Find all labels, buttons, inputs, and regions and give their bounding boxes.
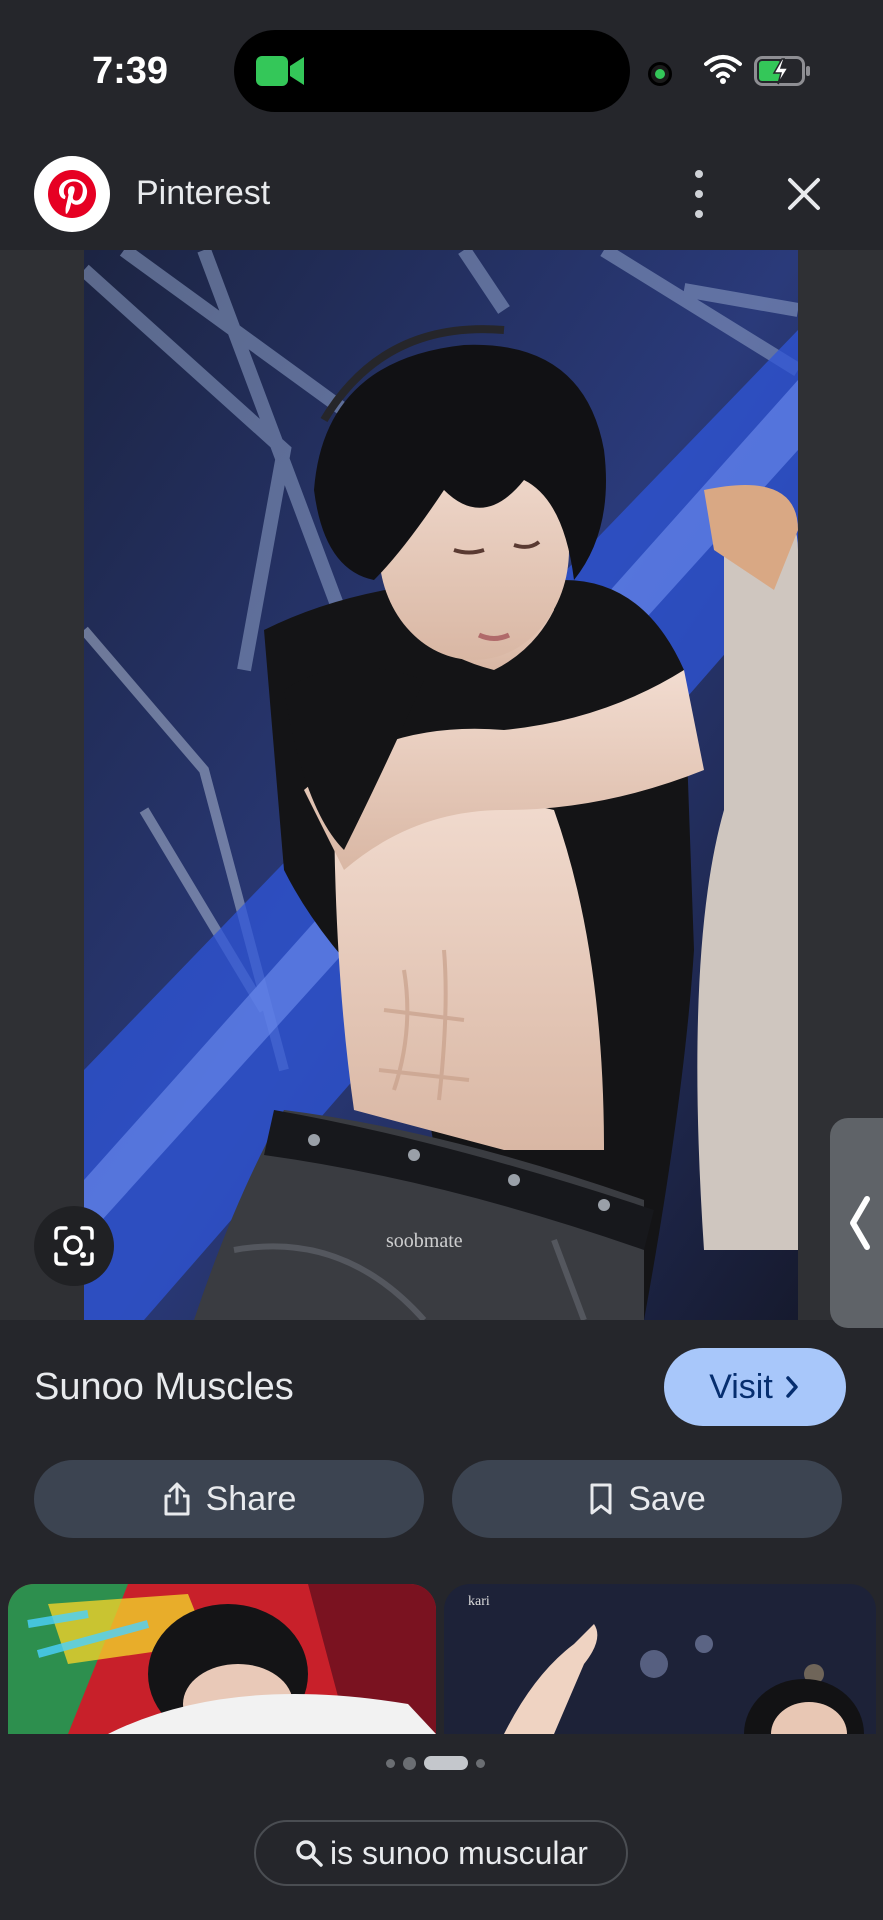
search-icon xyxy=(296,1840,323,1867)
source-site-name[interactable]: Pinterest xyxy=(136,174,270,213)
page-dot-3-active[interactable] xyxy=(424,1756,468,1770)
share-button[interactable]: Share xyxy=(34,1460,424,1538)
camera-in-use-indicator xyxy=(648,62,672,86)
status-bar: 7:39 xyxy=(0,0,883,140)
related-image-2[interactable]: kari xyxy=(444,1584,876,1734)
bookmark-icon xyxy=(590,1483,612,1515)
carousel-page-indicator xyxy=(386,1756,485,1770)
search-chip-label: is sunoo muscular xyxy=(330,1834,588,1871)
close-icon[interactable] xyxy=(780,170,828,218)
visit-button-label: Visit xyxy=(709,1367,773,1406)
google-lens-button[interactable] xyxy=(34,1206,114,1286)
wifi-icon xyxy=(704,55,742,84)
pinterest-logo-icon[interactable] xyxy=(34,156,110,232)
google-lens-icon xyxy=(54,1226,94,1266)
result-title: Sunoo Muscles xyxy=(34,1366,294,1408)
battery-charging-icon xyxy=(754,56,810,86)
main-image-illustration xyxy=(84,250,798,1320)
image-viewer: soobmate xyxy=(0,250,883,1320)
chevron-left-icon xyxy=(850,1196,870,1250)
dynamic-island xyxy=(234,30,630,112)
related-image-1[interactable] xyxy=(8,1584,436,1734)
side-panel-tab[interactable] xyxy=(830,1118,883,1328)
status-time: 7:39 xyxy=(92,50,169,92)
page-dot-2[interactable] xyxy=(403,1756,416,1770)
source-header: Pinterest xyxy=(0,140,883,250)
related-image-2-illustration xyxy=(444,1584,876,1734)
related-image-1-illustration xyxy=(8,1584,436,1734)
visit-button[interactable]: Visit xyxy=(664,1348,846,1426)
save-button[interactable]: Save xyxy=(452,1460,842,1538)
pinterest-logo-mark xyxy=(48,170,96,218)
facetime-video-icon xyxy=(256,56,304,86)
related-image-2-label: kari xyxy=(468,1594,490,1609)
page-dot-1[interactable] xyxy=(386,1758,395,1768)
page-dot-4[interactable] xyxy=(476,1758,485,1768)
more-vert-icon[interactable] xyxy=(684,170,714,218)
chevron-right-icon xyxy=(786,1376,798,1398)
related-search-chip[interactable]: is sunoo muscular xyxy=(254,1820,628,1886)
share-button-label: Share xyxy=(205,1479,297,1518)
main-image[interactable]: soobmate xyxy=(84,250,798,1320)
image-watermark: soobmate xyxy=(386,1230,463,1252)
share-icon xyxy=(164,1482,190,1516)
save-button-label: Save xyxy=(628,1479,706,1518)
